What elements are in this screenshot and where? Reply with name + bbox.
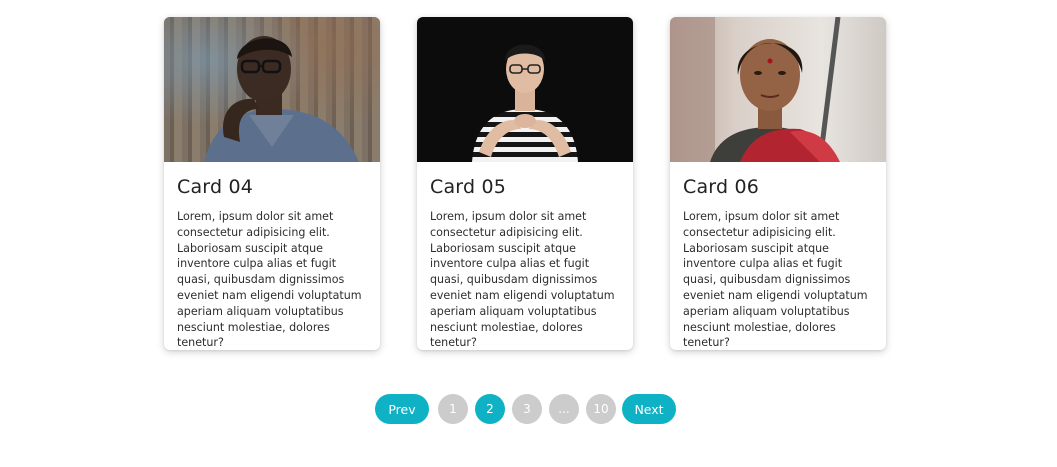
page-button-3[interactable]: 3: [512, 394, 542, 424]
pagination: Prev 1 2 3 ... 10 Next: [375, 394, 676, 424]
page-ellipsis: ...: [549, 394, 579, 424]
card-body: Card 04 Lorem, ipsum dolor sit amet cons…: [164, 162, 380, 350]
next-button[interactable]: Next: [622, 394, 676, 424]
card-text: Lorem, ipsum dolor sit amet consectetur …: [683, 210, 868, 350]
card[interactable]: Card 05 Lorem, ipsum dolor sit amet cons…: [417, 17, 633, 350]
card-text: Lorem, ipsum dolor sit amet consectetur …: [177, 210, 362, 350]
card[interactable]: Card 04 Lorem, ipsum dolor sit amet cons…: [164, 17, 380, 350]
card[interactable]: Card 06 Lorem, ipsum dolor sit amet cons…: [670, 17, 886, 350]
card-body: Card 05 Lorem, ipsum dolor sit amet cons…: [417, 162, 633, 350]
card-image-man-striped-shirt: [417, 17, 633, 162]
card-image-man-with-glasses: [164, 17, 380, 162]
card-grid: Card 04 Lorem, ipsum dolor sit amet cons…: [164, 17, 886, 350]
page-button-1[interactable]: 1: [438, 394, 468, 424]
card-text: Lorem, ipsum dolor sit amet consectetur …: [430, 210, 615, 350]
page: Card 04 Lorem, ipsum dolor sit amet cons…: [0, 0, 1057, 467]
card-title: Card 06: [683, 176, 760, 198]
page-button-10[interactable]: 10: [586, 394, 616, 424]
card-image-woman-red-scarf: [670, 17, 886, 162]
portrait-illustration: [204, 36, 359, 162]
page-button-2-current[interactable]: 2: [475, 394, 505, 424]
prev-button[interactable]: Prev: [375, 394, 429, 424]
portrait-illustration: [670, 17, 841, 162]
card-body: Card 06 Lorem, ipsum dolor sit amet cons…: [670, 162, 886, 350]
portrait-illustration: [472, 44, 578, 162]
card-title: Card 05: [430, 176, 507, 198]
card-title: Card 04: [177, 176, 254, 198]
